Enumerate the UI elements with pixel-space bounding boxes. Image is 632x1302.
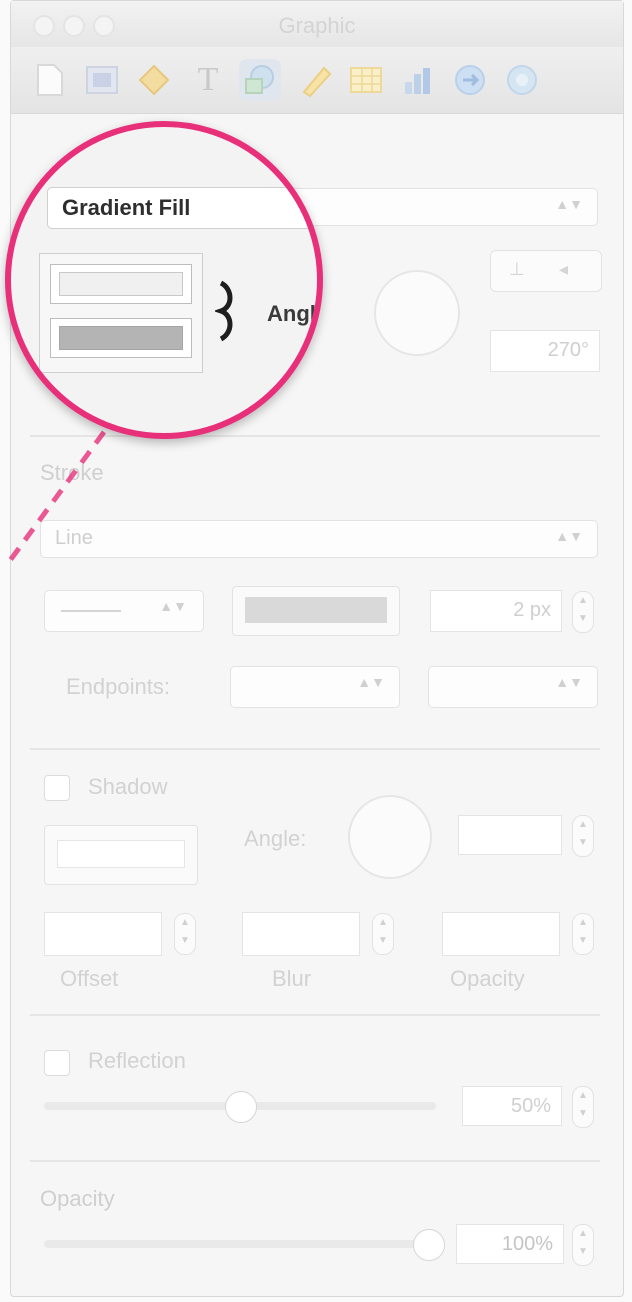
magnifier-callout: Fill Gradient Fill Angle: bbox=[5, 121, 323, 439]
text-icon: T bbox=[197, 61, 219, 98]
stroke-color-well[interactable] bbox=[232, 586, 400, 636]
ruler-icon bbox=[302, 66, 332, 98]
inspector-toolbar: T bbox=[11, 47, 623, 114]
shadow-angle-dial[interactable] bbox=[348, 795, 432, 879]
shadow-angle-stepper[interactable]: ▲ ▼ bbox=[572, 815, 594, 857]
quicktime-inspector-button[interactable] bbox=[501, 59, 543, 101]
shadow-offset-label: Offset bbox=[60, 966, 119, 991]
updown-arrows-icon: ▲▼ bbox=[357, 674, 385, 690]
horizontal-flip-icon: ◂ bbox=[559, 259, 569, 279]
document-inspector-button[interactable] bbox=[29, 59, 71, 101]
quicktime-icon bbox=[507, 65, 537, 95]
divider bbox=[30, 1160, 600, 1162]
divider bbox=[30, 748, 600, 750]
chart-inspector-button[interactable] bbox=[397, 59, 439, 101]
reflection-slider-knob[interactable] bbox=[225, 1091, 257, 1123]
vertical-flip-icon: ⊥ bbox=[509, 259, 525, 279]
shadow-checkbox[interactable] bbox=[44, 775, 70, 801]
gradient-start-color-well[interactable] bbox=[50, 264, 192, 304]
link-inspector-button[interactable] bbox=[449, 59, 491, 101]
gradient-direction-segmented[interactable]: ⊥ ◂ bbox=[490, 250, 602, 292]
layout-inspector-button[interactable] bbox=[81, 59, 123, 101]
updown-arrows-icon: ▲▼ bbox=[159, 598, 187, 614]
shadow-opacity-label: Opacity bbox=[450, 966, 525, 991]
gradient-end-color-well[interactable] bbox=[50, 318, 192, 358]
reflection-stepper[interactable]: ▲ ▼ bbox=[572, 1086, 594, 1128]
metrics-icon bbox=[138, 64, 170, 96]
text-inspector-button[interactable]: T bbox=[187, 59, 229, 101]
shadow-angle-label: Angle: bbox=[244, 826, 307, 851]
reflection-value-field[interactable]: 50% bbox=[462, 1086, 562, 1126]
swap-colors-icon[interactable] bbox=[215, 279, 239, 343]
updown-arrows-icon: ▲▼ bbox=[555, 528, 583, 544]
table-inspector-button[interactable] bbox=[345, 59, 387, 101]
link-icon bbox=[455, 65, 485, 95]
opacity-stepper[interactable]: ▲ ▼ bbox=[572, 1224, 594, 1266]
updown-arrows-icon: ▲▼ bbox=[555, 674, 583, 690]
reflection-label: Reflection bbox=[88, 1048, 186, 1073]
gradient-end-swatch bbox=[59, 326, 183, 350]
fill-type-select-magnified[interactable]: Gradient Fill bbox=[47, 187, 317, 229]
stroke-width-stepper[interactable]: ▲ ▼ bbox=[572, 591, 594, 633]
reflection-checkbox[interactable] bbox=[44, 1050, 70, 1076]
chart-icon bbox=[405, 68, 430, 94]
callout-pointer bbox=[3, 430, 107, 568]
gradient-start-swatch bbox=[59, 272, 183, 296]
metrics-inspector-button[interactable] bbox=[133, 59, 175, 101]
layout-icon bbox=[86, 66, 118, 94]
fill-angle-label: Angle: bbox=[267, 301, 317, 326]
shadow-offset-stepper[interactable]: ▲ ▼ bbox=[174, 913, 196, 955]
shadow-angle-field[interactable] bbox=[458, 815, 562, 855]
opacity-value-field[interactable]: 100% bbox=[456, 1224, 564, 1264]
stroke-style-select[interactable]: ▲▼ bbox=[44, 590, 204, 632]
window-title: Graphic bbox=[278, 13, 356, 38]
line-style-icon bbox=[61, 610, 121, 612]
shadow-offset-field[interactable] bbox=[44, 912, 162, 956]
shadow-opacity-field[interactable] bbox=[442, 912, 560, 956]
stroke-color-swatch bbox=[245, 597, 387, 623]
gradient-colors-group bbox=[39, 253, 203, 373]
end-endpoint-select[interactable]: ▲▼ bbox=[428, 666, 598, 708]
shadow-blur-field[interactable] bbox=[242, 912, 360, 956]
divider bbox=[30, 1014, 600, 1016]
table-icon bbox=[350, 67, 382, 93]
start-endpoint-select[interactable]: ▲▼ bbox=[230, 666, 400, 708]
graphic-icon bbox=[245, 65, 274, 94]
shadow-label: Shadow bbox=[88, 774, 168, 799]
fill-type-value-magnified: Gradient Fill bbox=[62, 195, 191, 220]
fill-angle-dial[interactable] bbox=[374, 270, 460, 356]
shadow-blur-stepper[interactable]: ▲ ▼ bbox=[372, 913, 394, 955]
endpoints-label: Endpoints: bbox=[66, 674, 170, 699]
opacity-slider[interactable] bbox=[44, 1240, 428, 1248]
fill-section-label: Fill bbox=[21, 137, 55, 167]
opacity-section-label: Opacity bbox=[40, 1186, 115, 1211]
fill-angle-field[interactable]: 270° bbox=[490, 330, 600, 372]
shadow-color-swatch bbox=[57, 840, 185, 868]
shadow-opacity-stepper[interactable]: ▲ ▼ bbox=[572, 913, 594, 955]
shadow-color-well[interactable] bbox=[44, 825, 198, 885]
title-bar: Graphic bbox=[11, 1, 623, 48]
updown-arrows-icon: ▲▼ bbox=[555, 196, 583, 212]
ruler-inspector-button[interactable] bbox=[293, 59, 335, 101]
document-icon bbox=[37, 64, 63, 96]
shadow-blur-label: Blur bbox=[272, 966, 312, 991]
stroke-width-field[interactable]: 2 px bbox=[430, 590, 562, 632]
opacity-slider-knob[interactable] bbox=[413, 1229, 445, 1261]
graphic-inspector-button[interactable] bbox=[239, 59, 281, 101]
